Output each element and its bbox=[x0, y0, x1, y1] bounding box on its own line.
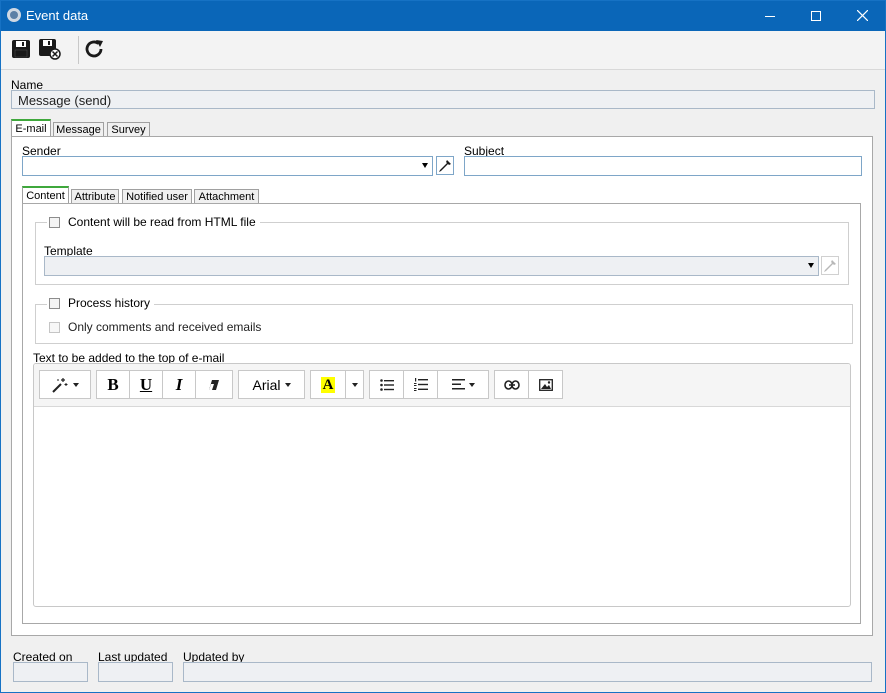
sender-dropdown[interactable] bbox=[22, 156, 433, 176]
html-file-checkbox-label: Content will be read from HTML file bbox=[68, 215, 256, 229]
tab-survey[interactable]: Survey bbox=[107, 122, 150, 137]
template-dropdown[interactable] bbox=[44, 256, 819, 276]
html-file-checkbox[interactable] bbox=[49, 216, 60, 228]
insert-image-button[interactable] bbox=[528, 370, 563, 399]
sender-picker-button[interactable] bbox=[436, 156, 454, 175]
align-dropdown-button[interactable] bbox=[437, 370, 489, 399]
subject-field[interactable] bbox=[464, 156, 862, 176]
toolbar-separator bbox=[78, 36, 79, 64]
window-title: Event data bbox=[26, 8, 89, 23]
editor-body[interactable] bbox=[34, 407, 850, 606]
close-icon bbox=[856, 10, 868, 21]
template-picker-button[interactable] bbox=[821, 256, 839, 275]
caret-down-icon bbox=[73, 382, 79, 387]
underline-button[interactable]: U bbox=[129, 370, 163, 399]
app-globe-icon bbox=[7, 8, 21, 22]
process-history-legend: Process history bbox=[47, 296, 155, 310]
bullet-list-button[interactable] bbox=[369, 370, 404, 399]
tab-attachment[interactable]: Attachment bbox=[194, 189, 259, 204]
chevron-down-icon bbox=[808, 263, 814, 268]
save-close-icon bbox=[39, 39, 61, 60]
minimize-button[interactable] bbox=[747, 0, 793, 31]
editor-toolbar: B U I Arial A bbox=[34, 364, 850, 407]
magic-wand-icon bbox=[52, 377, 68, 393]
caret-down-icon bbox=[351, 382, 358, 387]
content-tab-strip: Content Attribute Notified user Attachme… bbox=[22, 186, 862, 204]
maximize-icon bbox=[811, 10, 821, 21]
clear-format-button[interactable] bbox=[195, 370, 233, 399]
magic-style-button[interactable] bbox=[39, 370, 91, 399]
save-icon bbox=[12, 40, 30, 58]
maximize-button[interactable] bbox=[793, 0, 839, 31]
bold-button[interactable]: B bbox=[96, 370, 130, 399]
tab-message[interactable]: Message bbox=[53, 122, 104, 137]
tab-email[interactable]: E-mail bbox=[11, 119, 51, 136]
only-comments-checkbox[interactable] bbox=[49, 321, 60, 333]
image-icon bbox=[538, 378, 553, 391]
name-field[interactable]: Message (send) bbox=[11, 90, 875, 109]
tab-attribute[interactable]: Attribute bbox=[71, 189, 119, 204]
link-icon bbox=[503, 379, 520, 390]
highlight-letter: A bbox=[320, 376, 336, 393]
insert-link-button[interactable] bbox=[494, 370, 529, 399]
font-name: Arial bbox=[252, 376, 281, 393]
highlight-color-button[interactable]: A bbox=[310, 370, 346, 399]
last-updated-field[interactable] bbox=[98, 662, 173, 682]
font-family-dropdown[interactable]: Arial bbox=[238, 370, 305, 399]
highlight-color-dropdown[interactable] bbox=[345, 370, 364, 399]
only-comments-row: Only comments and received emails bbox=[49, 320, 261, 334]
close-button[interactable] bbox=[839, 0, 885, 31]
process-history-checkbox-label: Process history bbox=[68, 296, 151, 310]
save-button[interactable] bbox=[8, 36, 34, 62]
main-tab-strip: E-mail Message Survey bbox=[11, 119, 875, 137]
only-comments-checkbox-label: Only comments and received emails bbox=[68, 320, 262, 334]
save-and-close-button[interactable] bbox=[37, 36, 63, 62]
html-file-legend: Content will be read from HTML file bbox=[47, 215, 260, 229]
tab-content[interactable]: Content bbox=[22, 186, 69, 203]
toolbar bbox=[1, 31, 885, 70]
caret-down-icon bbox=[284, 382, 291, 387]
updated-by-field[interactable] bbox=[183, 662, 872, 682]
align-left-icon bbox=[451, 379, 465, 390]
rich-text-editor: B U I Arial A bbox=[33, 363, 851, 607]
numbered-list-button[interactable] bbox=[403, 370, 438, 399]
italic-button[interactable]: I bbox=[162, 370, 196, 399]
numbered-list-icon bbox=[413, 378, 428, 391]
refresh-button[interactable] bbox=[82, 36, 108, 62]
title-bar[interactable]: Event data bbox=[0, 0, 886, 31]
process-history-checkbox[interactable] bbox=[49, 297, 60, 309]
chevron-down-icon bbox=[422, 163, 428, 168]
eraser-icon bbox=[209, 379, 219, 390]
minimize-icon bbox=[765, 15, 775, 17]
created-on-field[interactable] bbox=[13, 662, 88, 682]
bullet-list-icon bbox=[379, 378, 394, 391]
refresh-icon bbox=[85, 40, 103, 58]
dropper-icon bbox=[439, 159, 451, 172]
tab-notified-user[interactable]: Notified user bbox=[122, 189, 192, 204]
dropper-icon bbox=[824, 259, 836, 272]
caret-down-icon bbox=[468, 382, 475, 387]
